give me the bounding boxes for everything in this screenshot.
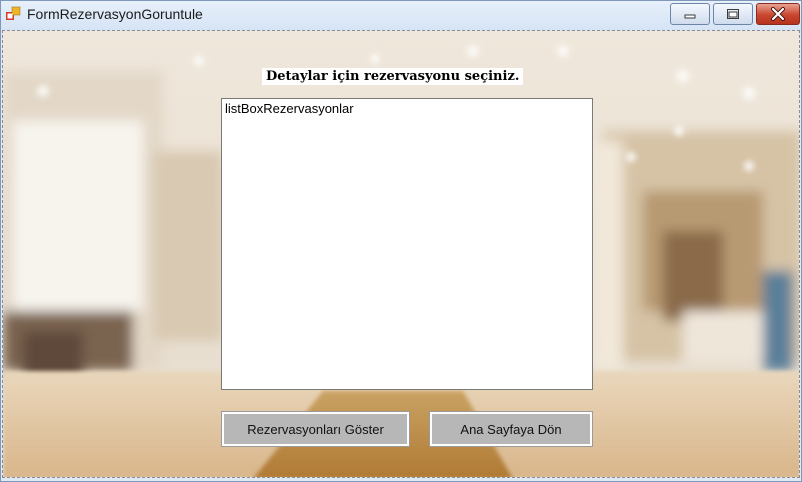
maximize-icon [727,9,739,19]
minimize-button[interactable] [670,3,710,25]
minimize-icon [684,14,696,19]
reservations-listbox[interactable]: listBoxRezervasyonlar [221,98,593,390]
back-to-home-button[interactable]: Ana Sayfaya Dön [429,411,593,447]
app-window: FormRezervasyonGoruntule Detaylar için r… [0,0,802,482]
maximize-button[interactable] [713,3,753,25]
close-icon [771,7,785,21]
title-bar[interactable]: FormRezervasyonGoruntule [1,1,801,30]
window-title: FormRezervasyonGoruntule [27,6,203,22]
instruction-heading: Detaylar için rezervasyonu seçiniz. [262,68,524,85]
show-reservations-button[interactable]: Rezervasyonları Göster [221,411,410,447]
app-icon [6,6,21,20]
listbox-item[interactable]: listBoxRezervasyonlar [225,101,354,116]
form-client-area: Detaylar için rezervasyonu seçiniz. list… [2,30,800,478]
close-button[interactable] [756,3,800,25]
